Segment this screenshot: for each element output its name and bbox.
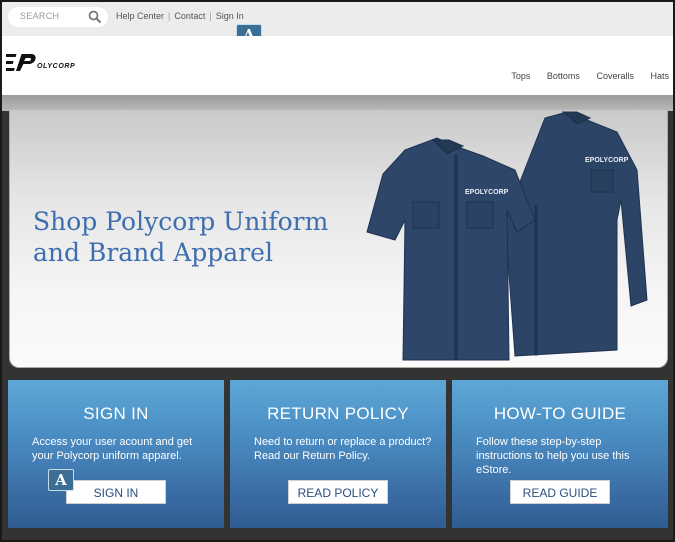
polycorp-logo[interactable]: OLYCORP bbox=[6, 52, 76, 74]
shirts-image: EPOLYCORP EPOLYCORP bbox=[366, 111, 648, 361]
long-sleeve-shirt: EPOLYCORP bbox=[504, 111, 648, 357]
hero-title-line-1: Shop Polycorp Uniform bbox=[33, 207, 329, 236]
svg-text:EPOLYCORP: EPOLYCORP bbox=[465, 189, 509, 196]
link-separator: | bbox=[209, 11, 212, 21]
panel-text: Follow these step-by-step instructions t… bbox=[476, 436, 630, 476]
search-icon[interactable] bbox=[88, 10, 102, 24]
nav-bottoms[interactable]: Bottoms bbox=[547, 71, 580, 81]
hero-banner: Shop Polycorp Uniform and Brand Apparel … bbox=[9, 110, 668, 368]
help-center-link[interactable]: Help Center bbox=[116, 11, 164, 21]
panel-title: SIGN IN bbox=[83, 404, 149, 423]
panel-title: HOW-TO GUIDE bbox=[493, 404, 627, 423]
hero-title-line-2: and Brand Apparel bbox=[33, 238, 273, 267]
search-placeholder: SEARCH bbox=[20, 11, 60, 21]
read-guide-button[interactable]: READ GUIDE bbox=[510, 480, 610, 504]
site-header: OLYCORP Tops Bottoms Coveralls Hats bbox=[2, 36, 673, 95]
nav-hats[interactable]: Hats bbox=[650, 71, 669, 81]
header-divider-bar bbox=[2, 95, 673, 111]
link-separator: | bbox=[168, 11, 171, 21]
svg-text:OLYCORP: OLYCORP bbox=[37, 63, 75, 70]
panel-return-policy: RETURN POLICY Need to return or replace … bbox=[230, 380, 446, 528]
annotation-badge-panel: A bbox=[48, 469, 74, 491]
panel-text: Need to return or replace a product? Rea… bbox=[254, 436, 432, 462]
page-frame: SEARCH Help Center | Contact | Sign In A OLY… bbox=[0, 0, 675, 542]
sign-in-button[interactable]: SIGN IN bbox=[66, 480, 166, 504]
panel-how-to-guide: HOW-TO GUIDE Follow these step-by-step i… bbox=[452, 380, 668, 528]
contact-link[interactable]: Contact bbox=[174, 11, 205, 21]
panel-title: RETURN POLICY bbox=[267, 404, 409, 423]
panel-text: Access your user acount and get your Pol… bbox=[32, 436, 193, 462]
nav-coveralls[interactable]: Coveralls bbox=[596, 71, 634, 81]
hero-title: Shop Polycorp Uniform and Brand Apparel bbox=[33, 206, 363, 268]
panel-sign-in: SIGN IN Access your user acount and get … bbox=[8, 380, 224, 528]
main-nav: Tops Bottoms Coveralls Hats bbox=[497, 71, 669, 81]
feature-panels: SIGN IN Access your user acount and get … bbox=[8, 380, 671, 528]
nav-tops[interactable]: Tops bbox=[511, 71, 530, 81]
utility-bar: SEARCH Help Center | Contact | Sign In bbox=[2, 2, 673, 36]
utility-links: Help Center | Contact | Sign In bbox=[116, 11, 244, 21]
sign-in-link[interactable]: Sign In bbox=[216, 11, 244, 21]
search-input[interactable]: SEARCH bbox=[8, 7, 108, 27]
svg-text:EPOLYCORP: EPOLYCORP bbox=[585, 157, 629, 164]
read-policy-button[interactable]: READ POLICY bbox=[288, 480, 388, 504]
